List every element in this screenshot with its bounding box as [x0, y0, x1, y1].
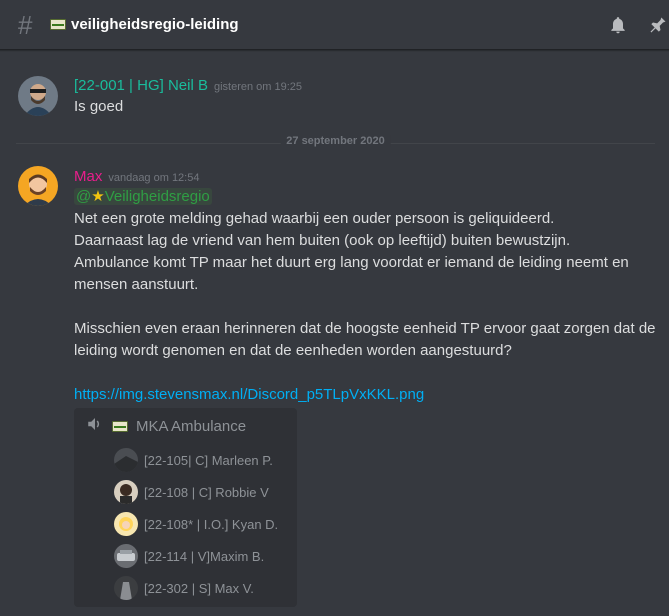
message-link[interactable]: https://img.stevensmax.nl/Discord_p5TLpV… — [74, 384, 424, 406]
avatar — [114, 448, 138, 472]
voice-channel-name[interactable]: MKA Ambulance — [136, 418, 246, 435]
speaker-icon — [86, 415, 104, 438]
voice-channel-embed: MKA Ambulance [22-105| C] Marleen P. [22… — [74, 408, 297, 607]
message-line: Net een grote melding gehad waarbij een … — [74, 210, 555, 227]
message-line: leiding wordt genomen en dat de eenheden… — [74, 342, 512, 359]
flag-icon — [50, 19, 66, 30]
voice-member[interactable]: [22-108 | C] Robbie V — [114, 480, 269, 504]
message-line: Misschien even eraan herinneren dat de h… — [74, 320, 656, 337]
hash-icon: # — [18, 9, 33, 40]
avatar — [114, 576, 138, 600]
avatar — [114, 512, 138, 536]
avatar[interactable] — [18, 166, 58, 206]
username[interactable]: Max — [74, 168, 102, 185]
avatar[interactable] — [18, 76, 58, 116]
message-line: Daarnaast lag de vriend van hem buiten (… — [74, 232, 571, 249]
role-mention[interactable]: @★Veiligheidsregio — [74, 188, 212, 205]
message-text: Is goed — [74, 98, 124, 115]
date-divider: 27 september 2020 — [16, 135, 655, 147]
username[interactable]: [22-001 | HG] Neil B — [74, 77, 208, 94]
flag-icon — [112, 420, 128, 432]
avatar — [114, 544, 138, 568]
bell-icon[interactable] — [607, 14, 629, 36]
date-divider-label: 27 september 2020 — [280, 135, 391, 147]
channel-name: veiligheidsregio-leiding — [71, 16, 239, 33]
star-icon: ★ — [91, 188, 105, 205]
voice-member[interactable]: [22-114 | V]Maxim B. — [114, 544, 264, 568]
pin-icon[interactable] — [647, 14, 669, 36]
timestamp: gisteren om 19:25 — [213, 81, 303, 93]
voice-member[interactable]: [22-302 | S] Max V. — [114, 576, 254, 600]
voice-member[interactable]: [22-108* | I.O.] Kyan D. — [114, 512, 278, 536]
channel-header: # veiligheidsregio-leiding — [0, 0, 669, 50]
message-line: mensen aanstuurt. — [74, 276, 199, 293]
avatar — [114, 480, 138, 504]
voice-member[interactable]: [22-105| C] Marleen P. — [114, 448, 273, 472]
message-line: Ambulance komt TP maar het duurt erg lan… — [74, 254, 629, 271]
timestamp: vandaag om 12:54 — [108, 172, 200, 184]
